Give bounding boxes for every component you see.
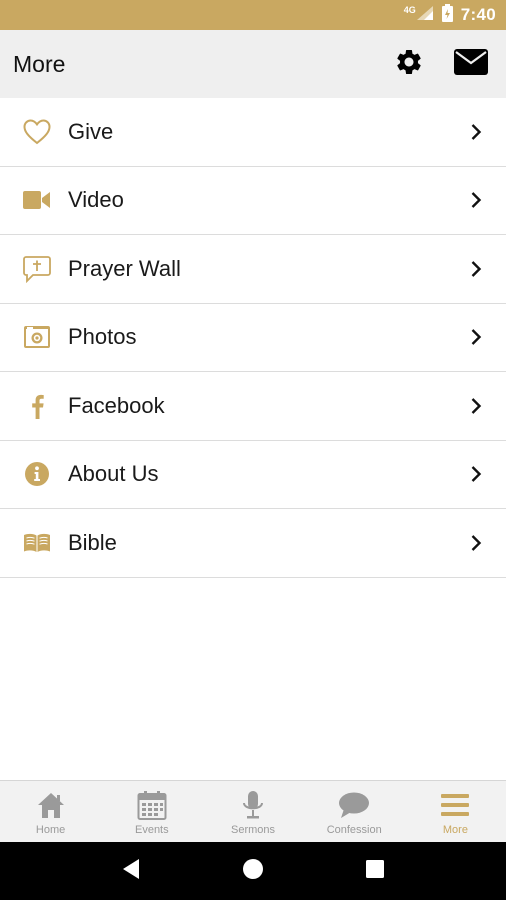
menu-item-photos[interactable]: Photos (0, 304, 506, 372)
heart-icon (22, 117, 52, 147)
menu-item-label: Prayer Wall (68, 255, 181, 281)
system-navigation-bar (0, 842, 506, 900)
tab-confession[interactable]: Confession (304, 781, 405, 842)
signal-icon (416, 5, 434, 26)
chevron-right-icon (464, 120, 488, 144)
menu-item-label: Facebook (68, 392, 165, 418)
menu-item-label: Photos (68, 324, 137, 350)
info-icon (22, 459, 52, 489)
gear-icon (394, 47, 424, 82)
more-menu-list: Give Video Prayer Wall Photos Facebook A… (0, 98, 506, 578)
menu-item-label: Bible (68, 529, 117, 555)
tab-home[interactable]: Home (0, 781, 101, 842)
bottom-tab-bar: Home Events Sermons Confession More (0, 780, 506, 842)
back-button[interactable] (111, 851, 151, 891)
envelope-icon (454, 48, 488, 80)
messages-button[interactable] (446, 39, 496, 89)
recents-button[interactable] (355, 851, 395, 891)
tab-label: Home (35, 824, 66, 836)
chevron-right-icon (464, 531, 488, 555)
tab-label: Confession (326, 824, 382, 836)
status-bar: 4G 7:40 (0, 0, 506, 30)
tab-events[interactable]: Events (101, 781, 202, 842)
menu-item-about-us[interactable]: About Us (0, 441, 506, 509)
menu-item-label: Video (68, 187, 124, 213)
menu-item-give[interactable]: Give (0, 98, 506, 167)
video-camera-icon (22, 185, 52, 215)
chat-bubble-icon (338, 789, 370, 821)
network-type: 4G (403, 5, 416, 15)
back-triangle-icon (121, 858, 141, 885)
prayer-bubble-icon (22, 254, 52, 284)
page-title: More (13, 50, 66, 77)
calendar-icon (136, 789, 168, 821)
app-bar: More (0, 30, 506, 98)
tab-label: Sermons (230, 824, 276, 836)
chevron-right-icon (464, 257, 488, 281)
chevron-right-icon (464, 325, 488, 349)
tab-label: More (442, 824, 468, 836)
status-time: 7:40 (460, 5, 496, 24)
menu-item-bible[interactable]: Bible (0, 509, 506, 578)
book-icon (22, 528, 52, 558)
menu-item-video[interactable]: Video (0, 167, 506, 235)
chevron-right-icon (464, 188, 488, 212)
home-system-button[interactable] (233, 851, 273, 891)
microphone-icon (237, 789, 269, 821)
tab-label: Events (134, 824, 169, 836)
home-circle-icon (242, 858, 264, 885)
tab-more[interactable]: More (405, 781, 506, 842)
menu-icon (439, 789, 471, 821)
chevron-right-icon (464, 462, 488, 486)
menu-item-facebook[interactable]: Facebook (0, 372, 506, 441)
facebook-icon (22, 391, 52, 421)
menu-item-prayer-wall[interactable]: Prayer Wall (0, 235, 506, 304)
settings-button[interactable] (384, 39, 434, 89)
menu-item-label: About Us (68, 461, 159, 487)
tab-sermons[interactable]: Sermons (202, 781, 303, 842)
home-icon (35, 789, 67, 821)
battery-icon (441, 3, 453, 27)
recents-square-icon (365, 859, 385, 884)
menu-item-label: Give (68, 118, 114, 144)
chevron-right-icon (464, 394, 488, 418)
camera-icon (22, 322, 52, 352)
